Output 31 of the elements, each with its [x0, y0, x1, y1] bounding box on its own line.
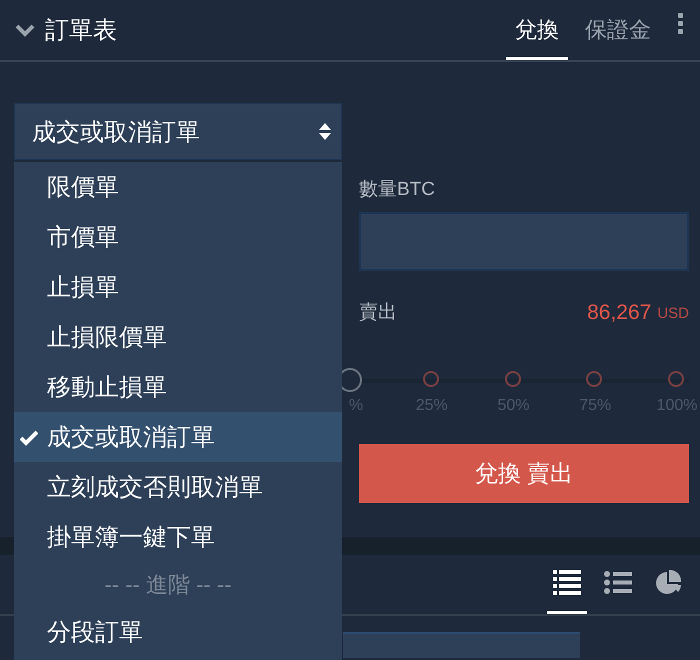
menu-item[interactable]: 止損限價單 — [14, 312, 342, 362]
side-label: 賣出 — [359, 301, 398, 325]
slider-tick[interactable] — [422, 371, 439, 387]
menu-item[interactable]: 分段訂單 — [14, 607, 342, 657]
order-type-select[interactable]: 成交或取消訂單 — [14, 103, 342, 160]
sort-arrows-icon — [319, 123, 331, 140]
quantity-field[interactable] — [359, 212, 689, 271]
more-icon[interactable] — [678, 12, 683, 34]
tab[interactable]: 兌換 — [506, 0, 568, 60]
menu-item[interactable]: 成交或取消訂單 — [14, 412, 342, 462]
tick-label: % — [348, 397, 364, 415]
field-label: 數量BTC — [359, 178, 436, 202]
price-value: 86,267 — [587, 301, 652, 325]
menu-item[interactable]: 止損單 — [14, 262, 342, 312]
slider-tick[interactable] — [668, 371, 684, 387]
menu-item[interactable]: 掛單簿一鍵下單 — [14, 512, 342, 562]
list-view-icon — [604, 570, 632, 596]
menu-item[interactable]: 立刻成交否則取消單 — [14, 462, 342, 512]
pie-chart-icon — [655, 570, 683, 596]
panel-title: 訂單表 — [45, 16, 118, 46]
section-label: -- -- 進階 -- -- — [103, 570, 233, 598]
sell-button[interactable]: 兌換 賣出 — [359, 444, 689, 503]
currency-label: USD — [657, 304, 689, 322]
table-view-icon — [553, 570, 581, 596]
menu-item[interactable]: 市價單 — [14, 212, 342, 262]
menu-item[interactable]: 限價單 — [14, 162, 342, 212]
check-icon — [20, 429, 38, 446]
menu-item[interactable]: 移動止損單 — [14, 362, 342, 412]
tab[interactable]: 保證金 — [576, 0, 660, 60]
slider-tick[interactable] — [504, 371, 520, 387]
slider-tick[interactable] — [586, 371, 602, 387]
